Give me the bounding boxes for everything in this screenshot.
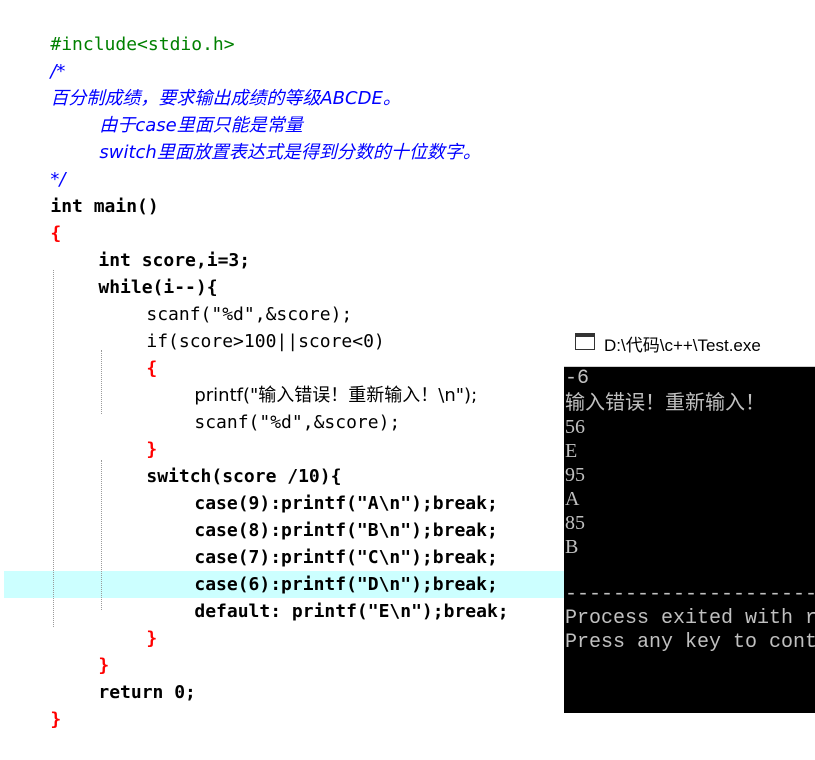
code-line-2[interactable]: /* [7, 31, 65, 82]
if-statement: if(score>100||score<0) [146, 331, 385, 352]
console-window[interactable]: D:\代码\c++\Test.exe -6 输入错误！重新输入！ 56 E 95… [564, 320, 815, 713]
console-line: Process exited with r [565, 607, 815, 630]
code-line-22[interactable]: default: printf("E\n");break; [151, 571, 508, 622]
code-line-15[interactable]: scanf("%d",&score); [151, 382, 400, 433]
code-line-11[interactable]: scanf("%d",&score); [103, 274, 352, 325]
comment-text: switch里面放置表达式是得到分数的十位数字。 [99, 142, 481, 163]
console-line: E [565, 440, 578, 462]
scanf-call: scanf("%d",&score); [194, 412, 401, 433]
return-statement: return 0; [98, 682, 196, 703]
code-line-25[interactable]: return 0; [55, 652, 196, 703]
console-app-icon [575, 333, 595, 350]
console-title: D:\代码\c++\Test.exe [604, 336, 761, 355]
code-line-7[interactable]: int main() [7, 166, 158, 217]
code-line-26[interactable]: } [7, 679, 61, 730]
close-brace: } [50, 709, 62, 730]
console-line: A [565, 488, 580, 510]
code-line-1[interactable]: #include<stdio.h> [7, 4, 234, 55]
console-separator: -------------------------------- [565, 583, 815, 606]
console-line: B [565, 536, 579, 558]
code-line-8[interactable]: { [7, 193, 61, 244]
code-line-16[interactable]: } [103, 409, 157, 460]
indent-guide [53, 270, 54, 627]
console-titlebar[interactable]: D:\代码\c++\Test.exe [564, 320, 815, 367]
indent-guide [101, 460, 102, 610]
code-line-19[interactable]: case(8):printf("B\n");break; [151, 490, 497, 541]
console-line: 56 [565, 416, 585, 438]
code-line-4[interactable]: 由于case里面只能是常量 [56, 85, 302, 136]
console-line: -6 [565, 367, 590, 390]
code-line-17[interactable]: switch(score /10){ [103, 436, 341, 487]
code-line-21[interactable]: case(6):printf("D\n");break; [151, 544, 497, 595]
code-line-23[interactable]: } [103, 598, 157, 649]
close-brace: } [146, 628, 158, 649]
default-statement: default: printf("E\n");break; [194, 601, 509, 622]
code-line-20[interactable]: case(7):printf("C\n");break; [151, 517, 497, 568]
code-line-3[interactable]: 百分制成绩，要求输出成绩的等级ABCDE。 [7, 58, 400, 109]
console-line: Press any key to cont [565, 631, 815, 654]
code-line-9[interactable]: int score,i=3; [55, 220, 250, 271]
code-line-13[interactable]: { [103, 328, 157, 379]
code-line-12[interactable]: if(score>100||score<0) [103, 301, 384, 352]
code-line-18[interactable]: case(9):printf("A\n");break; [151, 463, 497, 514]
console-line: 85 [565, 512, 585, 534]
code-line-24[interactable]: } [55, 625, 109, 676]
console-line: 95 [565, 464, 585, 486]
console-line: 输入错误！重新输入！ [565, 392, 765, 414]
preprocessor-directive: #include<stdio.h> [50, 34, 235, 55]
code-line-5[interactable]: switch里面放置表达式是得到分数的十位数字。 [56, 112, 480, 163]
code-line-6[interactable]: */ [7, 139, 65, 190]
indent-guide [101, 350, 102, 414]
code-line-14[interactable]: printf("输入错误！重新输入！\n"); [151, 355, 477, 406]
code-line-10[interactable]: while(i--){ [55, 247, 217, 298]
main-signature: int main() [50, 196, 159, 217]
